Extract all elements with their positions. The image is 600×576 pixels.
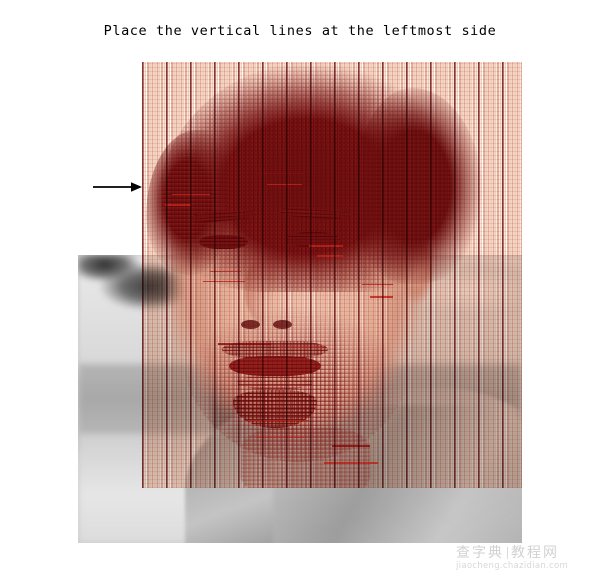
arrow-right-icon [92, 176, 144, 198]
watermark-brand: 查字典 教程网 [456, 546, 600, 561]
watermark-divider [507, 547, 508, 559]
instruction-caption: Place the vertical lines at the leftmost… [103, 23, 497, 39]
vertical-lines-accent [142, 62, 522, 488]
watermark-section-text: 教程网 [511, 545, 559, 561]
screenshot-canvas: Place the vertical lines at the leftmost… [0, 0, 600, 576]
watermark-brand-text: 查字典 [456, 545, 504, 561]
watermark-url: jiaocheng.chazidian.com [456, 561, 569, 571]
watermark: 查字典 教程网 jiaocheng.chazidian.com [456, 546, 600, 574]
